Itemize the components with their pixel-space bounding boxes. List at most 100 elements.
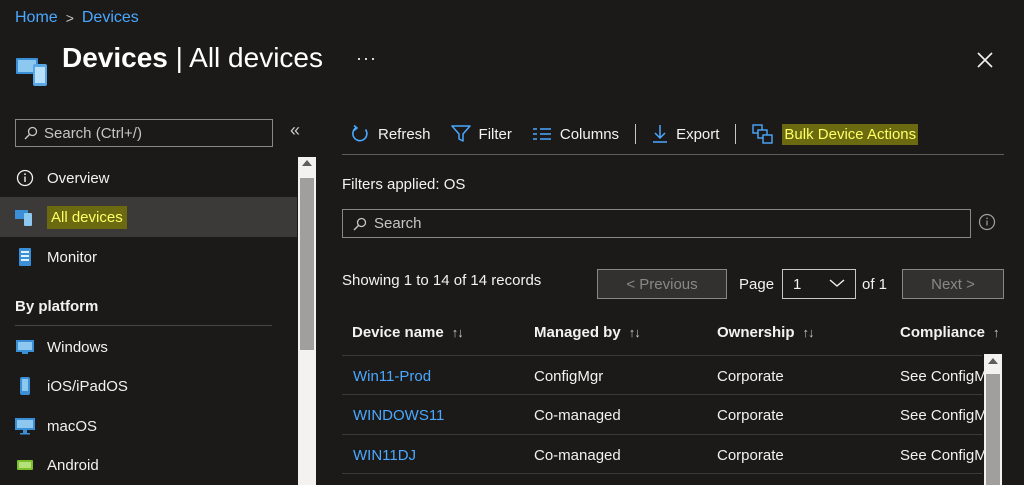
sidebar-search-placeholder: Search (Ctrl+/) xyxy=(44,124,142,142)
group-label-by-platform: By platform xyxy=(15,298,99,315)
collapse-sidebar-button[interactable]: « xyxy=(290,120,300,141)
ownership-cell: Corporate xyxy=(717,447,784,464)
refresh-button[interactable]: Refresh xyxy=(342,118,441,150)
toolbar-divider xyxy=(735,124,737,144)
page-number-value: 1 xyxy=(793,275,802,293)
scroll-up-arrow-icon[interactable] xyxy=(988,358,998,364)
sidebar-item-android[interactable]: Android xyxy=(0,445,297,485)
toolbar-divider xyxy=(635,124,637,144)
info-icon xyxy=(15,168,35,188)
devices-icon xyxy=(15,207,35,227)
managed-by-cell: Co-managed xyxy=(534,407,621,424)
scroll-up-arrow-icon[interactable] xyxy=(302,160,312,166)
ownership-cell: Corporate xyxy=(717,407,784,424)
sidebar-item-label: Overview xyxy=(47,169,110,187)
column-header-label: Ownership xyxy=(717,324,795,341)
windows-icon xyxy=(15,337,35,357)
monitor-icon xyxy=(15,247,35,267)
search-icon xyxy=(353,217,367,230)
sidebar-scrollbar-thumb[interactable] xyxy=(300,178,314,350)
sidebar-item-label: All devices xyxy=(47,205,127,229)
breadcrumb-devices-link[interactable]: Devices xyxy=(82,9,139,27)
column-header-label: Compliance xyxy=(900,324,986,341)
bulk-actions-icon xyxy=(752,124,774,144)
export-button[interactable]: Export xyxy=(642,118,729,150)
page-title-bold: Devices xyxy=(62,42,168,73)
devices-page-icon xyxy=(16,58,47,86)
search-icon xyxy=(24,126,38,140)
records-count-text: Showing 1 to 14 of 14 records xyxy=(342,272,542,289)
sidebar-item-label: macOS xyxy=(47,417,98,435)
compliance-cell: See ConfigMgr xyxy=(900,407,984,424)
page-title-rest: | All devices xyxy=(167,42,323,73)
table-scrollbar-thumb[interactable] xyxy=(986,374,1000,485)
sidebar-item-monitor[interactable]: Monitor xyxy=(0,237,297,277)
sidebar-search-input[interactable]: Search (Ctrl+/) xyxy=(15,119,273,147)
sort-icon: ↑ xyxy=(993,325,999,340)
sidebar-item-all-devices[interactable]: All devices xyxy=(0,197,297,237)
columns-label: Columns xyxy=(559,125,620,143)
page-total-label: of 1 xyxy=(862,276,888,293)
toolbar-divider-line xyxy=(342,154,1004,155)
compliance-cell: See ConfigMgr xyxy=(900,368,984,385)
previous-page-button[interactable]: < Previous xyxy=(597,269,727,299)
ios-icon xyxy=(15,376,35,396)
next-page-button[interactable]: Next > xyxy=(902,269,1004,299)
ownership-cell: Corporate xyxy=(717,368,784,385)
columns-button[interactable]: Columns xyxy=(522,118,629,150)
macos-icon xyxy=(15,416,35,436)
refresh-icon xyxy=(352,124,368,142)
info-icon[interactable] xyxy=(978,213,996,231)
command-bar: Refresh Filter Columns Export Bulk Devic… xyxy=(342,118,928,150)
column-header-ownership[interactable]: Ownership ↑↓ xyxy=(717,324,815,341)
chevron-down-icon xyxy=(829,279,845,287)
breadcrumb-home-link[interactable]: Home xyxy=(15,9,58,27)
column-header-label: Device name xyxy=(352,324,444,341)
sidebar-item-ios[interactable]: iOS/iPadOS xyxy=(0,366,297,406)
bulk-device-actions-label: Bulk Device Actions xyxy=(782,123,919,145)
device-search-input[interactable]: Search xyxy=(342,209,971,238)
sidebar-item-label: Windows xyxy=(47,338,108,356)
close-icon[interactable] xyxy=(973,48,997,72)
managed-by-cell: ConfigMgr xyxy=(534,368,604,385)
column-header-managed-by[interactable]: Managed by ↑↓ xyxy=(534,324,641,341)
managed-by-cell: Co-managed xyxy=(534,447,621,464)
filter-button[interactable]: Filter xyxy=(441,118,522,150)
bulk-device-actions-button[interactable]: Bulk Device Actions xyxy=(742,118,928,150)
page-number-select[interactable]: 1 xyxy=(782,269,856,299)
android-icon xyxy=(15,455,35,475)
device-name-link[interactable]: WIN11DJ xyxy=(353,447,416,464)
sidebar-item-label: Android xyxy=(47,456,99,474)
page-label: Page xyxy=(739,276,775,293)
breadcrumb: Home > Devices xyxy=(15,9,139,27)
filter-label: Filter xyxy=(478,125,512,143)
sidebar-item-label: Monitor xyxy=(47,248,98,266)
sort-icon: ↑↓ xyxy=(802,325,815,340)
filters-applied-text: Filters applied: OS xyxy=(342,176,466,193)
sidebar-item-label: iOS/iPadOS xyxy=(47,377,128,395)
sidebar-item-windows[interactable]: Windows xyxy=(0,327,297,367)
header-divider xyxy=(342,355,982,356)
row-divider xyxy=(342,434,982,435)
column-header-label: Managed by xyxy=(534,324,621,341)
filter-icon xyxy=(450,125,471,142)
sidebar-item-macos[interactable]: macOS xyxy=(0,406,297,446)
compliance-cell: See ConfigMgr xyxy=(900,447,984,464)
row-divider xyxy=(342,473,982,474)
device-name-link[interactable]: Win11-Prod xyxy=(353,368,431,385)
more-options-button[interactable]: ··· xyxy=(356,48,377,69)
column-header-compliance[interactable]: Compliance ↑ xyxy=(900,324,999,341)
column-header-device-name[interactable]: Device name ↑↓ xyxy=(352,324,464,341)
breadcrumb-separator: > xyxy=(65,10,74,26)
device-search-placeholder: Search xyxy=(374,215,422,232)
group-divider xyxy=(15,325,272,326)
sort-icon: ↑↓ xyxy=(451,325,464,340)
device-name-link[interactable]: WINDOWS11 xyxy=(353,407,444,424)
refresh-label: Refresh xyxy=(378,125,431,143)
export-label: Export xyxy=(676,125,720,143)
sort-icon: ↑↓ xyxy=(628,325,641,340)
row-divider xyxy=(342,394,982,395)
page-title: Devices | All devices xyxy=(62,42,323,74)
download-icon xyxy=(653,125,668,143)
sidebar-item-overview[interactable]: Overview xyxy=(0,158,297,198)
